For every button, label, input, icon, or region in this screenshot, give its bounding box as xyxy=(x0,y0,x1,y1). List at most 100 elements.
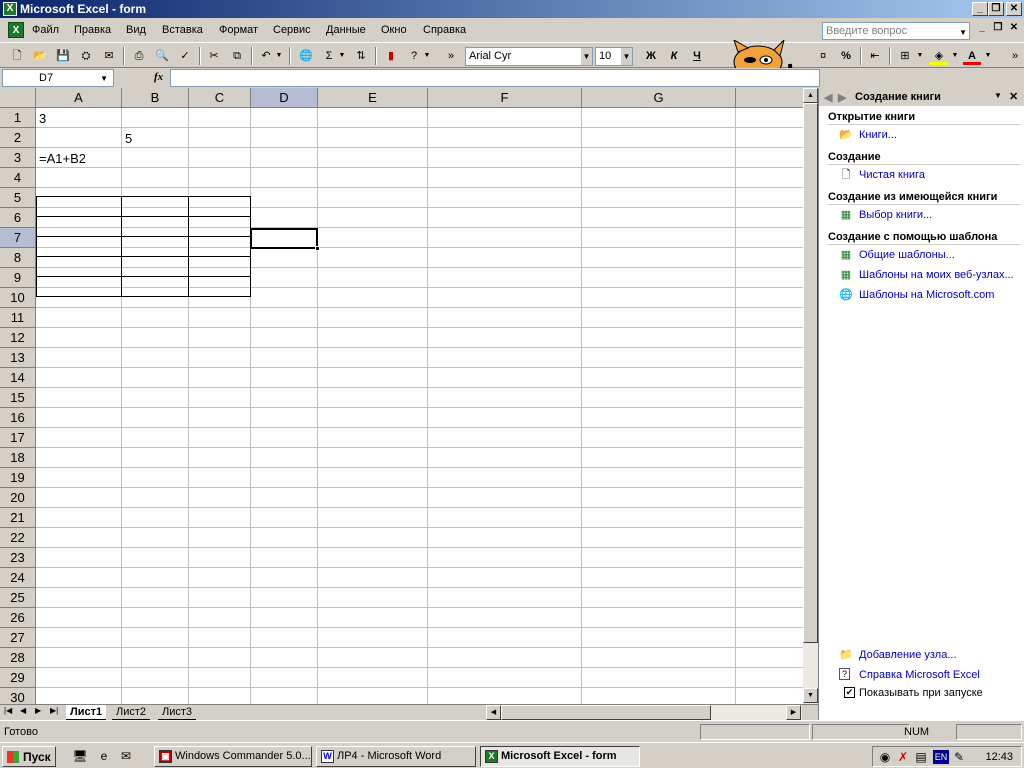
link-microsoft-templates[interactable]: Шаблоны на Microsoft.com xyxy=(859,289,994,301)
task-pane-title[interactable]: Создание книги xyxy=(855,91,941,103)
chart-wizard-icon[interactable]: ▮ xyxy=(382,47,400,65)
row-header[interactable]: 26 xyxy=(0,608,36,628)
prev-sheet-icon[interactable]: ◀ xyxy=(20,706,26,715)
open-icon[interactable]: 📂 xyxy=(31,47,49,65)
outlook-icon[interactable]: ✉ xyxy=(118,748,134,764)
menu-insert[interactable]: Вставка xyxy=(162,24,203,36)
scroll-up-icon[interactable]: ▲ xyxy=(803,88,818,103)
row-header[interactable]: 21 xyxy=(0,508,36,528)
row-header[interactable]: 8 xyxy=(0,248,36,268)
link-choose-workbook[interactable]: Выбор книги... xyxy=(859,209,932,221)
show-desktop-icon[interactable]: 🖥 xyxy=(72,748,88,764)
row-header[interactable]: 7 xyxy=(0,228,36,248)
column-header-g[interactable]: G xyxy=(582,88,736,108)
maximize-button[interactable]: ❐ xyxy=(988,2,1004,16)
tray-app-icon[interactable]: ◉ xyxy=(877,749,893,765)
cut-icon[interactable]: ✂ xyxy=(205,47,223,65)
worksheet[interactable]: A B C D E F G 1 2 3 4 5 6 7 8 9 10 11 12 13 14 15 16 17 1… xyxy=(0,88,818,704)
chevron-down-icon[interactable]: ▼ xyxy=(915,47,925,65)
row-header[interactable]: 9 xyxy=(0,268,36,288)
vertical-scrollbar[interactable]: ▲ ▼ xyxy=(803,88,818,704)
row-header[interactable]: 24 xyxy=(0,568,36,588)
scroll-left-icon[interactable]: ◀ xyxy=(486,705,501,720)
row-header[interactable]: 11 xyxy=(0,308,36,328)
permission-icon[interactable]: ⛭ xyxy=(77,47,95,65)
back-arrow-icon[interactable]: ◀ xyxy=(824,91,832,104)
borders-icon[interactable]: ⊞ xyxy=(896,47,914,65)
scroll-right-icon[interactable]: ▶ xyxy=(786,705,801,720)
start-button[interactable]: Пуск xyxy=(2,746,56,767)
menu-file[interactable]: Файл xyxy=(32,24,59,36)
row-header[interactable]: 30 xyxy=(0,688,36,704)
decrease-indent-icon[interactable]: ⇤ xyxy=(866,47,884,65)
row-header[interactable]: 19 xyxy=(0,468,36,488)
tray-sound-icon[interactable]: ✎ xyxy=(951,749,967,765)
italic-button[interactable]: К xyxy=(665,47,683,65)
font-name-combo[interactable]: Arial Cyr ▼ xyxy=(465,47,593,66)
internet-explorer-icon[interactable]: e xyxy=(96,748,112,764)
row-header[interactable]: 23 xyxy=(0,548,36,568)
cell-a1[interactable]: 3 xyxy=(36,109,46,128)
formula-input[interactable] xyxy=(170,69,820,87)
underline-button[interactable]: Ч xyxy=(688,47,706,65)
tray-network-icon[interactable]: ▤ xyxy=(913,749,929,765)
menu-window[interactable]: Окно xyxy=(381,24,407,36)
row-header[interactable]: 15 xyxy=(0,388,36,408)
row-header[interactable]: 13 xyxy=(0,348,36,368)
autosum-icon[interactable]: Σ xyxy=(320,47,338,65)
chevron-down-icon[interactable]: ▼ xyxy=(621,48,632,65)
menu-format[interactable]: Формат xyxy=(219,24,258,36)
row-header[interactable]: 16 xyxy=(0,408,36,428)
vertical-scroll-thumb[interactable] xyxy=(803,103,818,643)
cell-b2[interactable]: 5 xyxy=(122,129,132,148)
task-windows-commander[interactable]: ▣ Windows Commander 5.0... xyxy=(154,746,312,767)
fill-handle[interactable] xyxy=(315,246,320,251)
chevron-down-icon[interactable]: ▼ xyxy=(422,47,432,65)
row-header[interactable]: 10 xyxy=(0,288,36,308)
tray-antivirus-icon[interactable]: ✗ xyxy=(895,749,911,765)
sheet-tab-2[interactable]: Лист2 xyxy=(112,705,151,720)
chevron-down-icon[interactable]: ▼ xyxy=(994,91,1002,100)
chevron-down-icon[interactable]: ▼ xyxy=(950,47,960,65)
row-header[interactable]: 1 xyxy=(0,108,36,128)
row-header[interactable]: 17 xyxy=(0,428,36,448)
save-icon[interactable]: 💾 xyxy=(54,47,72,65)
column-header-e[interactable]: E xyxy=(318,88,428,108)
select-all-corner[interactable] xyxy=(0,88,36,108)
first-sheet-icon[interactable]: |◀ xyxy=(4,706,12,715)
row-header[interactable]: 22 xyxy=(0,528,36,548)
sheet-tab-1[interactable]: Лист1 xyxy=(66,705,107,720)
link-workbooks[interactable]: Книги... xyxy=(859,129,897,141)
row-header[interactable]: 18 xyxy=(0,448,36,468)
row-header[interactable]: 20 xyxy=(0,488,36,508)
undo-icon[interactable]: ↶ xyxy=(257,47,275,65)
row-header[interactable]: 25 xyxy=(0,588,36,608)
print-preview-icon[interactable]: 🔍 xyxy=(153,47,171,65)
workbook-minimize-button[interactable]: _ xyxy=(975,22,989,36)
workbook-restore-button[interactable]: ❐ xyxy=(991,22,1005,36)
sheet-tab-3[interactable]: Лист3 xyxy=(158,705,197,720)
cell-a3[interactable]: =A1+B2 xyxy=(36,149,86,168)
horizontal-scroll-thumb[interactable] xyxy=(501,705,711,720)
column-header-b[interactable]: B xyxy=(122,88,189,108)
percent-button[interactable]: % xyxy=(837,47,855,65)
minimize-button[interactable]: _ xyxy=(972,2,988,16)
column-header-h[interactable] xyxy=(736,88,806,108)
sort-ascending-icon[interactable]: ⇅ xyxy=(352,47,370,65)
workbook-icon[interactable]: X xyxy=(8,22,24,38)
menu-tools[interactable]: Сервис xyxy=(273,24,311,36)
new-icon[interactable]: 🗋 xyxy=(8,47,26,65)
chevron-down-icon[interactable]: ▼ xyxy=(100,74,108,83)
close-button[interactable]: ✕ xyxy=(1006,2,1022,16)
cell-grid[interactable]: A B C D E F G 1 2 3 4 5 6 7 8 9 10 11 12 13 14 15 16 17 1… xyxy=(0,88,806,704)
column-header-c[interactable]: C xyxy=(189,88,251,108)
hyperlink-icon[interactable]: 🌐 xyxy=(297,47,315,65)
next-sheet-icon[interactable]: ▶ xyxy=(35,706,41,715)
fill-color-icon[interactable]: ◈ xyxy=(930,47,948,65)
chevron-down-icon[interactable]: ▼ xyxy=(581,48,592,65)
chevron-down-icon[interactable]: ▼ xyxy=(274,47,284,65)
chevron-down-icon[interactable]: ▼ xyxy=(959,28,967,37)
title-bar[interactable]: X Microsoft Excel - form _ ❐ ✕ xyxy=(0,0,1024,18)
menu-help[interactable]: Справка xyxy=(423,24,466,36)
spelling-icon[interactable]: ✓ xyxy=(176,47,194,65)
